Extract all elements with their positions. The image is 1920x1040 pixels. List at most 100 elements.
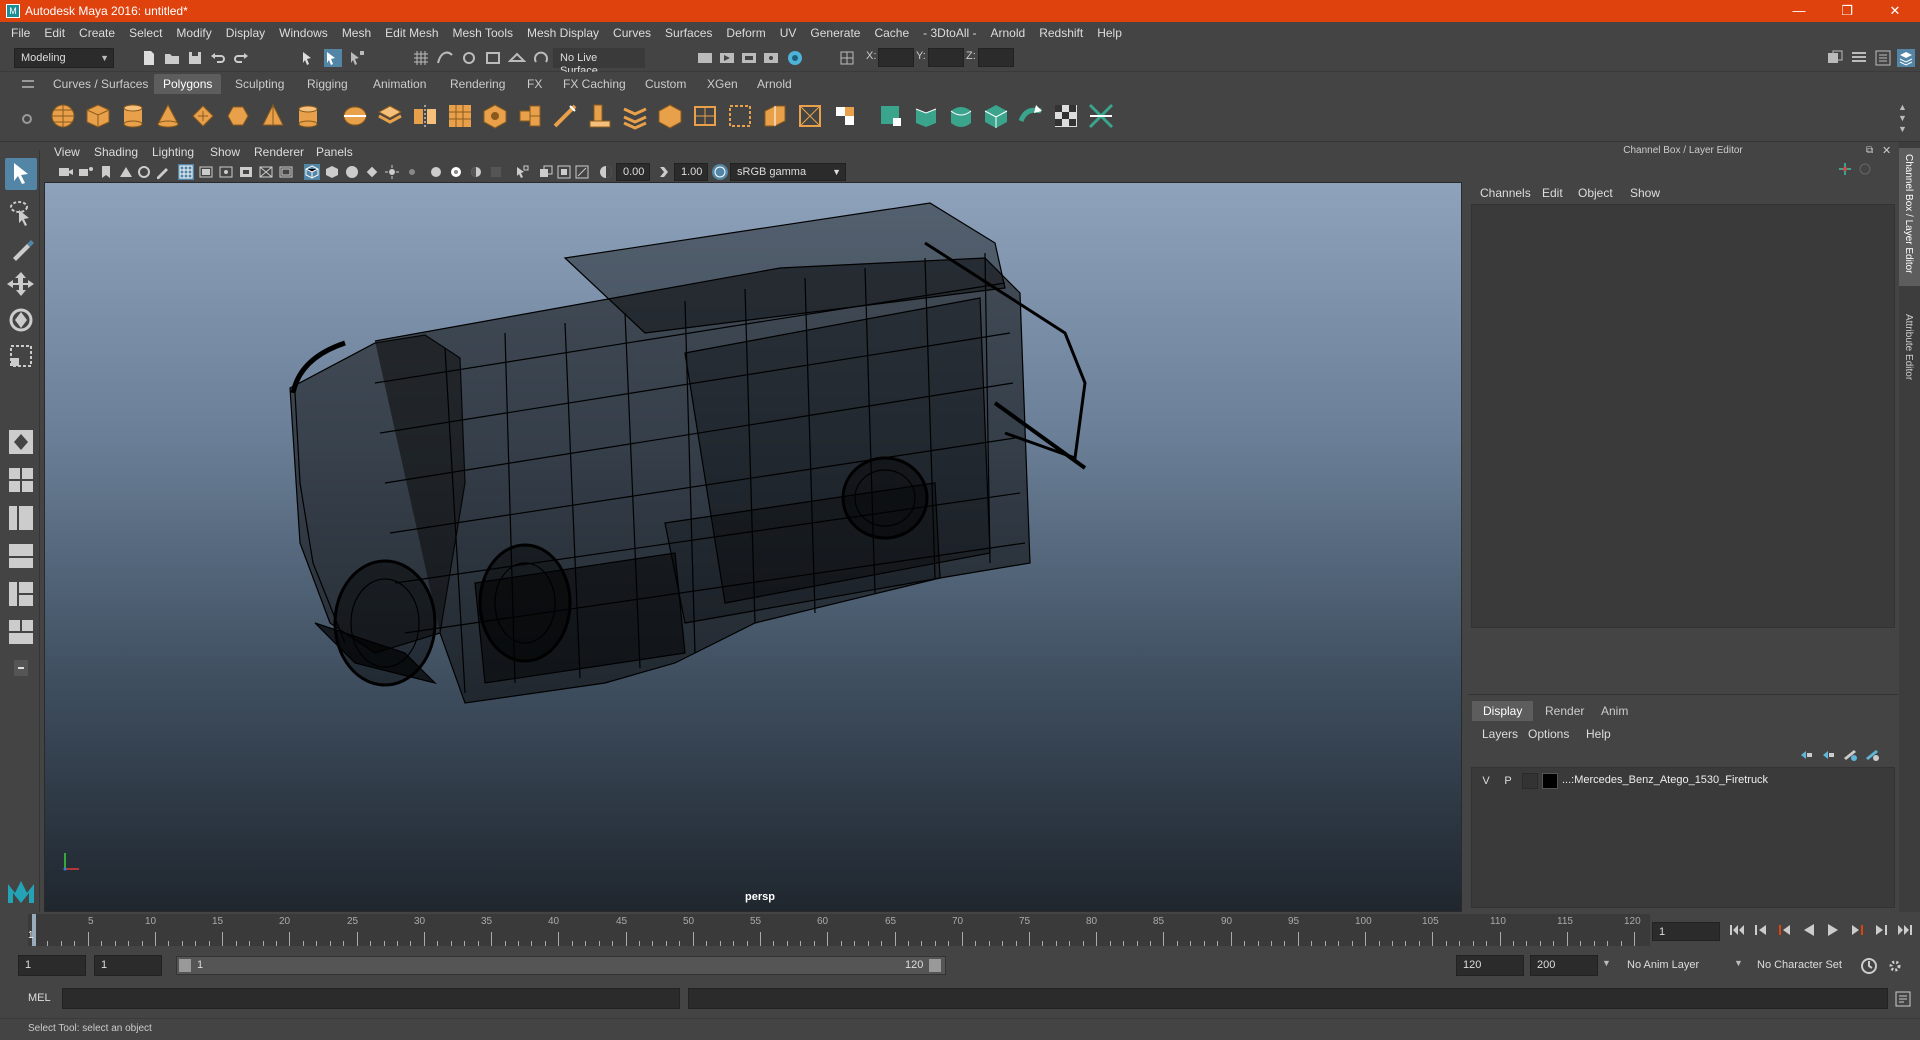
character-set-dropdown[interactable]: No Character Set bbox=[1750, 955, 1868, 976]
insert-edge-loop-icon[interactable] bbox=[725, 101, 755, 131]
firetruck-wireframe-model[interactable] bbox=[45, 183, 1462, 912]
float-panel-icon[interactable]: ⧉ bbox=[1866, 145, 1873, 156]
menu-curves[interactable]: Curves bbox=[606, 26, 658, 40]
layer-name[interactable]: ...:Mercedes_Benz_Atego_1530_Firetruck bbox=[1562, 774, 1768, 786]
cut-uv-icon[interactable] bbox=[1086, 101, 1116, 131]
shadows-icon[interactable] bbox=[428, 164, 444, 180]
viewport-menu-lighting[interactable]: Lighting bbox=[152, 145, 194, 159]
render-current-icon[interactable] bbox=[718, 49, 736, 67]
tool-settings-toggle-icon[interactable] bbox=[1874, 49, 1892, 67]
persp-graph-layout-icon[interactable] bbox=[6, 542, 36, 570]
mirror-icon[interactable] bbox=[410, 101, 440, 131]
scale-tool-icon[interactable] bbox=[5, 340, 37, 372]
speed-icon[interactable] bbox=[1858, 162, 1872, 176]
animation-preferences-icon[interactable] bbox=[1886, 957, 1904, 975]
bridge-icon[interactable] bbox=[620, 101, 650, 131]
render-view-icon[interactable] bbox=[696, 49, 714, 67]
anim-layer-dropdown[interactable]: No Anim Layer bbox=[1620, 955, 1738, 976]
cylindrical-map-icon[interactable] bbox=[946, 101, 976, 131]
live-surface-field[interactable]: No Live Surface bbox=[553, 48, 645, 77]
viewport-persp[interactable]: persp bbox=[44, 182, 1462, 912]
tab-custom[interactable]: Custom bbox=[636, 74, 695, 94]
menu-surfaces[interactable]: Surfaces bbox=[658, 26, 719, 40]
xray-icon[interactable] bbox=[538, 164, 554, 180]
close-panel-icon[interactable]: ✕ bbox=[1882, 144, 1891, 157]
select-camera-icon[interactable] bbox=[58, 164, 74, 180]
menu-generate[interactable]: Generate bbox=[803, 26, 867, 40]
snap-point-icon[interactable] bbox=[460, 49, 478, 67]
move-tool-icon[interactable] bbox=[5, 268, 37, 300]
smooth-shade-icon[interactable] bbox=[324, 164, 340, 180]
menu-edit[interactable]: Edit bbox=[37, 26, 72, 40]
color-space-dropdown[interactable]: sRGB gamma ▼ bbox=[730, 163, 846, 181]
color-management-icon[interactable] bbox=[712, 164, 728, 180]
redo-icon[interactable] bbox=[232, 49, 250, 67]
isolate-select-icon[interactable] bbox=[514, 164, 530, 180]
four-view-layout-icon[interactable] bbox=[6, 466, 36, 494]
sculpt-icon[interactable] bbox=[830, 101, 860, 131]
tab-display[interactable]: Display bbox=[1472, 701, 1534, 721]
command-input[interactable] bbox=[62, 988, 680, 1009]
play-backwards-icon[interactable] bbox=[1800, 922, 1818, 938]
tab-fx[interactable]: FX bbox=[518, 74, 551, 94]
transform-constraint-icon[interactable] bbox=[838, 49, 856, 67]
shelf-menu-icon[interactable] bbox=[22, 80, 34, 88]
target-weld-icon[interactable] bbox=[795, 101, 825, 131]
layer-options-menu[interactable]: Options bbox=[1528, 727, 1569, 741]
ambient-occlusion-icon[interactable] bbox=[448, 164, 464, 180]
tab-rendering[interactable]: Rendering bbox=[441, 74, 514, 94]
render-settings-icon[interactable] bbox=[762, 49, 780, 67]
manipulator-icon[interactable] bbox=[1838, 162, 1852, 176]
channel-box-toggle-icon[interactable] bbox=[1897, 49, 1915, 67]
layer-color-swatch[interactable] bbox=[1542, 773, 1558, 789]
undo-icon[interactable] bbox=[209, 49, 227, 67]
new-layer-selected-icon[interactable] bbox=[1864, 748, 1880, 762]
viewport-menu-shading[interactable]: Shading bbox=[94, 145, 138, 159]
tab-anim[interactable]: Anim bbox=[1590, 701, 1639, 721]
poly-cube-icon[interactable] bbox=[83, 101, 113, 131]
exposure-icon[interactable] bbox=[598, 164, 614, 180]
film-gate-icon[interactable] bbox=[198, 164, 214, 180]
select-component-icon[interactable] bbox=[348, 49, 366, 67]
menu-3dtoall[interactable]: - 3DtoAll - bbox=[916, 26, 983, 40]
append-polygon-icon[interactable] bbox=[690, 101, 720, 131]
range-end-handle[interactable] bbox=[929, 959, 941, 972]
bookmark-icon[interactable] bbox=[98, 164, 114, 180]
wireframe-icon[interactable] bbox=[304, 164, 320, 180]
layer-row[interactable]: V P ...:Mercedes_Benz_Atego_1530_Firetru… bbox=[1474, 772, 1892, 790]
combine-icon[interactable] bbox=[340, 101, 370, 131]
step-back-key-icon[interactable] bbox=[1752, 922, 1770, 938]
select-tool-icon[interactable] bbox=[5, 158, 37, 190]
viewport-menu-view[interactable]: View bbox=[54, 145, 80, 159]
time-slider[interactable]: 5 10 15 20 25 30 35 40 45 50 55 60 65 70 75 80 85 90 95 100… bbox=[0, 912, 1920, 948]
viewport-menu-renderer[interactable]: Renderer bbox=[254, 145, 304, 159]
cb-show-menu[interactable]: Show bbox=[1630, 186, 1660, 200]
menu-modify[interactable]: Modify bbox=[169, 26, 218, 40]
layer-visibility-toggle[interactable]: V bbox=[1478, 773, 1494, 789]
camera-attributes-icon[interactable] bbox=[78, 164, 94, 180]
shelf-settings-icon[interactable] bbox=[22, 114, 32, 124]
snap-view-icon[interactable] bbox=[484, 49, 502, 67]
move-layer-down-icon[interactable] bbox=[1820, 748, 1836, 762]
smooth-icon[interactable] bbox=[445, 101, 475, 131]
fill-hole-icon[interactable] bbox=[760, 101, 790, 131]
layer-display-type-toggle[interactable] bbox=[1522, 773, 1538, 789]
new-layer-icon[interactable] bbox=[1842, 748, 1858, 762]
safe-action-icon[interactable] bbox=[278, 164, 294, 180]
chevron-down-icon[interactable]: ▼ bbox=[1734, 958, 1743, 968]
wireframe-on-shaded-icon[interactable] bbox=[364, 164, 380, 180]
bevel-icon[interactable] bbox=[655, 101, 685, 131]
rotate-tool-icon[interactable] bbox=[5, 304, 37, 336]
playback-start-field[interactable]: 1 bbox=[94, 955, 162, 976]
menu-deform[interactable]: Deform bbox=[719, 26, 772, 40]
side-tab-attribute-editor[interactable]: Attribute Editor bbox=[1899, 308, 1920, 396]
layer-playback-toggle[interactable]: P bbox=[1500, 773, 1516, 789]
image-plane-icon[interactable] bbox=[118, 164, 134, 180]
channel-box-body[interactable] bbox=[1471, 204, 1895, 628]
tab-sculpting[interactable]: Sculpting bbox=[226, 74, 293, 94]
menu-cache[interactable]: Cache bbox=[867, 26, 916, 40]
field-chart-icon[interactable] bbox=[258, 164, 274, 180]
snap-grid-icon[interactable] bbox=[412, 49, 430, 67]
tab-arnold[interactable]: Arnold bbox=[748, 74, 801, 94]
layout-more-icon[interactable] bbox=[6, 654, 36, 676]
